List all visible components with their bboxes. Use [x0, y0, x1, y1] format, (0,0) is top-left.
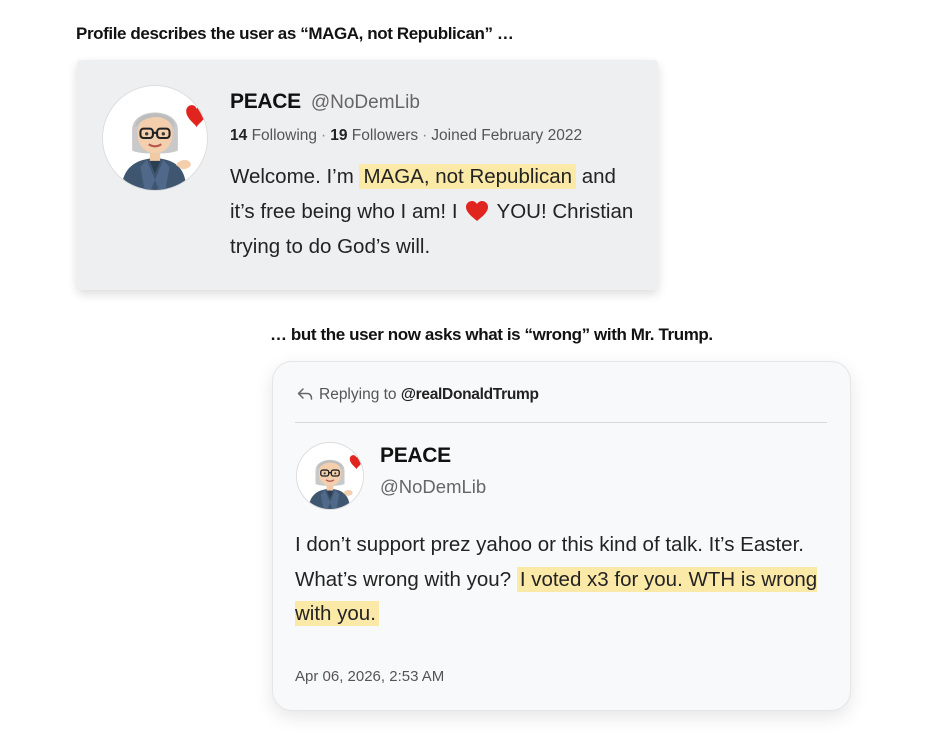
tweet-caption: … but the user now asks what is “wrong” …	[270, 325, 713, 344]
profile-card: PEACE @NoDemLib 14 Following · 19 Followers…	[77, 60, 658, 290]
bio-highlight: MAGA, not Republican	[359, 164, 577, 189]
reply-target-link[interactable]: @realDonaldTrump	[401, 386, 539, 403]
following-count: 14	[230, 127, 248, 144]
following-link[interactable]: 14 Following	[230, 127, 317, 144]
profile-name-row: PEACE @NoDemLib	[230, 90, 420, 114]
followers-label: Followers	[351, 127, 419, 144]
bio-text: Welcome. I’m	[230, 165, 360, 188]
profile-caption: Profile describes the user as “MAGA, not…	[76, 24, 514, 43]
followers-link[interactable]: 19 Followers	[330, 127, 418, 144]
reply-prefix: Replying to	[319, 386, 397, 403]
profile-handle[interactable]: @NoDemLib	[311, 92, 420, 113]
replying-to: Replying to @realDonaldTrump	[297, 386, 539, 404]
following-label: Following	[251, 127, 318, 144]
stats-separator: ·	[422, 127, 428, 144]
followers-count: 19	[330, 127, 348, 144]
tweet-author-name[interactable]: PEACE	[380, 444, 451, 468]
tweet-body: I don’t support prez yahoo or this kind …	[295, 528, 835, 632]
profile-bio: Welcome. I’m MAGA, not Republican and it…	[230, 159, 640, 264]
reply-arrow-icon	[297, 388, 313, 400]
tweet-author-handle[interactable]: @NoDemLib	[380, 476, 486, 498]
memoji-avatar-icon[interactable]	[296, 442, 364, 510]
tweet-timestamp[interactable]: Apr 06, 2026, 2:53 AM	[295, 668, 444, 685]
profile-stats: 14 Following · 19 Followers · Joined Februar…	[230, 127, 582, 145]
memoji-avatar-icon[interactable]	[102, 85, 208, 191]
divider	[295, 422, 827, 423]
red-heart-icon	[465, 200, 489, 222]
profile-name[interactable]: PEACE	[230, 90, 301, 113]
joined-date: Joined February 2022	[431, 127, 583, 144]
tweet-card: Replying to @realDonaldTrump PEACE @NoDe…	[272, 361, 851, 711]
stats-separator: ·	[321, 127, 327, 144]
